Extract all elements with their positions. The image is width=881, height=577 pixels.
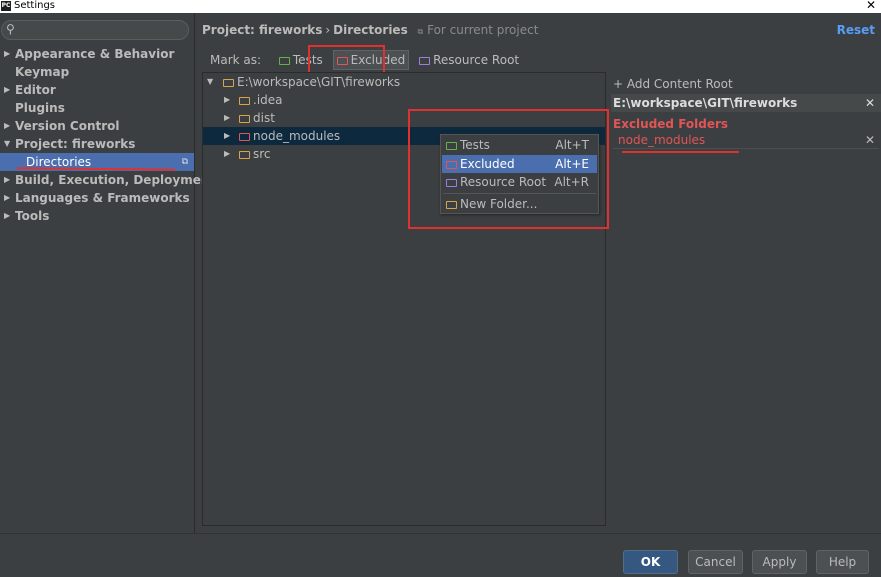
new-folder-icon bbox=[446, 201, 457, 209]
apply-button[interactable]: Apply bbox=[752, 550, 807, 574]
dialog-button-bar: OK Cancel Apply Help bbox=[0, 533, 881, 577]
menu-item-tests[interactable]: Tests Alt+T bbox=[442, 136, 597, 154]
expand-arrow-icon[interactable]: ▶ bbox=[224, 145, 230, 163]
nav-item-keymap[interactable]: Keymap bbox=[0, 63, 194, 81]
tests-folder-icon bbox=[446, 142, 457, 150]
excluded-folder-item: node_modules bbox=[618, 133, 706, 147]
breadcrumb: Project: fireworks › Directories ⧉ For cur… bbox=[202, 23, 539, 37]
menu-item-resource-root[interactable]: Resource Root Alt+R bbox=[442, 173, 597, 191]
tree-node-dist[interactable]: ▶ dist bbox=[203, 109, 605, 127]
mark-resource-root-button[interactable]: Resource Root bbox=[415, 50, 523, 70]
mark-as-toolbar: Mark as: Tests Excluded Resource Root bbox=[210, 50, 525, 70]
settings-sidebar: ⚲ ▶ Appearance & Behavior Keymap ▶ Editor … bbox=[0, 13, 215, 533]
expand-arrow-icon[interactable]: ▶ bbox=[4, 45, 10, 63]
excluded-folder-icon bbox=[336, 57, 348, 65]
nav-item-plugins[interactable]: Plugins bbox=[0, 99, 194, 117]
nav-item-tools[interactable]: ▶ Tools bbox=[0, 207, 194, 225]
expand-arrow-icon[interactable]: ▶ bbox=[4, 171, 10, 189]
mark-tests-button[interactable]: Tests bbox=[275, 50, 327, 70]
content-root-panel: + Add Content Root E:\workspace\GIT\fire… bbox=[607, 72, 881, 526]
menu-item-excluded[interactable]: Excluded Alt+E bbox=[442, 155, 597, 173]
excluded-folder-icon bbox=[446, 161, 457, 169]
excluded-folders-title: Excluded Folders bbox=[613, 117, 729, 131]
resource-folder-icon bbox=[446, 179, 457, 187]
remove-excluded-icon[interactable]: ✕ bbox=[865, 132, 875, 148]
expand-arrow-icon[interactable]: ▶ bbox=[224, 91, 230, 109]
nav-item-project[interactable]: ▼ Project: fireworks bbox=[0, 135, 194, 153]
collapse-arrow-icon[interactable]: ▼ bbox=[4, 135, 10, 153]
menu-item-new-folder[interactable]: New Folder... bbox=[442, 195, 597, 213]
window-titlebar: PC Settings ✕ bbox=[0, 0, 881, 13]
mark-excluded-button[interactable]: Excluded bbox=[332, 50, 410, 70]
scope-label: For current project bbox=[427, 23, 539, 37]
search-input[interactable]: ⚲ bbox=[1, 20, 189, 40]
content-root-path: E:\workspace\GIT\fireworks bbox=[613, 96, 798, 110]
reset-link[interactable]: Reset bbox=[837, 22, 875, 38]
help-button[interactable]: Help bbox=[816, 550, 869, 574]
nav-item-editor[interactable]: ▶ Editor bbox=[0, 81, 194, 99]
breadcrumb-project: Project: fireworks bbox=[202, 23, 323, 37]
nav-item-version-control[interactable]: ▶ Version Control bbox=[0, 117, 194, 135]
expand-arrow-icon[interactable]: ▶ bbox=[4, 117, 10, 135]
folder-icon bbox=[223, 79, 234, 87]
remove-content-root-icon[interactable]: ✕ bbox=[865, 94, 875, 112]
expand-arrow-icon[interactable]: ▶ bbox=[4, 207, 10, 225]
tests-folder-icon bbox=[278, 57, 290, 65]
collapse-arrow-icon[interactable]: ▼ bbox=[207, 73, 213, 91]
menu-separator bbox=[443, 193, 596, 194]
search-icon: ⚲ bbox=[6, 22, 15, 36]
close-icon[interactable]: ✕ bbox=[866, 0, 876, 12]
tree-node-root[interactable]: ▼ E:\workspace\GIT\fireworks bbox=[203, 73, 605, 91]
nav-item-appearance[interactable]: ▶ Appearance & Behavior bbox=[0, 45, 194, 63]
folder-icon bbox=[239, 97, 250, 105]
folder-icon bbox=[239, 151, 250, 159]
expand-arrow-icon[interactable]: ▶ bbox=[224, 127, 230, 145]
add-content-root-button[interactable]: + Add Content Root bbox=[613, 76, 733, 92]
page-title: Directories bbox=[333, 23, 408, 37]
content-root-header: E:\workspace\GIT\fireworks ✕ bbox=[611, 94, 881, 112]
expand-arrow-icon[interactable]: ▶ bbox=[4, 189, 10, 207]
mark-directory-context-menu: Tests Alt+T Excluded Alt+E Resource Root Al… bbox=[440, 134, 599, 214]
tree-node-idea[interactable]: ▶ .idea bbox=[203, 91, 605, 109]
project-scope-icon: ⧉ bbox=[417, 27, 424, 36]
app-icon: PC bbox=[1, 1, 11, 11]
mark-as-label: Mark as: bbox=[210, 53, 262, 67]
settings-nav: ▶ Appearance & Behavior Keymap ▶ Editor Pl… bbox=[0, 45, 215, 225]
cancel-button[interactable]: Cancel bbox=[688, 550, 743, 574]
expand-arrow-icon[interactable]: ▶ bbox=[224, 109, 230, 127]
nav-item-build[interactable]: ▶ Build, Execution, Deployment bbox=[0, 171, 215, 189]
excluded-divider bbox=[613, 148, 879, 149]
project-scope-icon: ⧉ bbox=[181, 157, 188, 167]
window-title: Settings bbox=[14, 0, 56, 11]
ok-button[interactable]: OK bbox=[623, 550, 678, 574]
annotation-underline bbox=[622, 151, 739, 153]
expand-arrow-icon[interactable]: ▶ bbox=[4, 81, 10, 99]
resource-folder-icon bbox=[419, 57, 431, 65]
excluded-folder-icon bbox=[239, 133, 250, 141]
folder-icon bbox=[239, 115, 250, 123]
nav-item-languages[interactable]: ▶ Languages & Frameworks bbox=[0, 189, 194, 207]
